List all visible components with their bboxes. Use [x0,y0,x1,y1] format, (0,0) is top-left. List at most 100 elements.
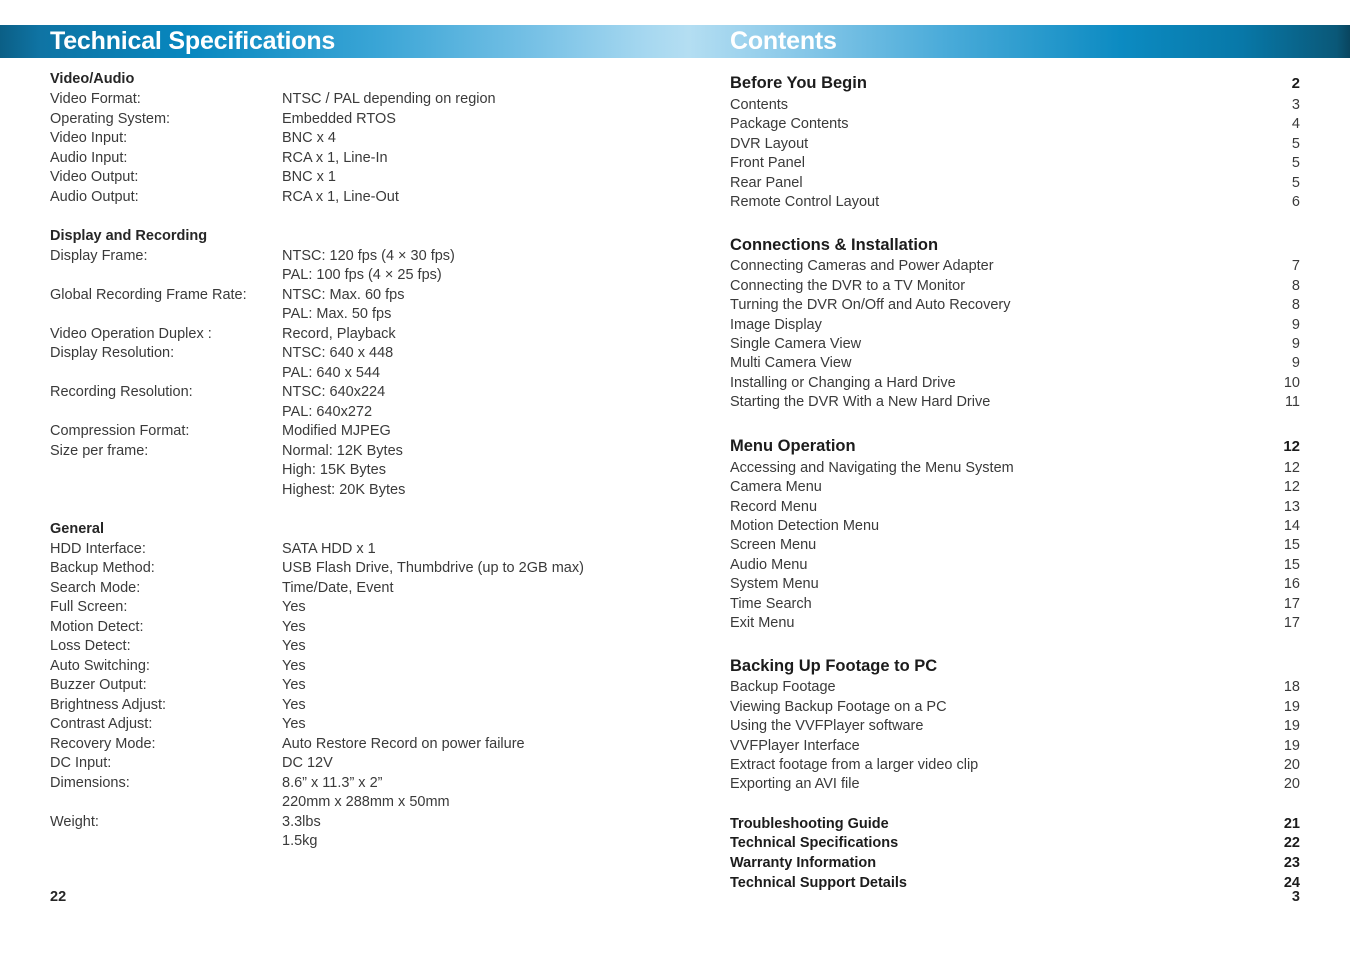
toc-entry-page-number: 2 [1291,75,1300,92]
toc-entry[interactable]: Rear Panel 5 [730,174,1300,193]
spec-label: Display Frame: [50,247,148,264]
spec-label: Dimensions: [50,774,130,791]
toc-entry-label: Time Search [730,595,812,612]
toc-entry[interactable]: Connecting Cameras and Power Adapter 7 [730,257,1300,276]
spec-value: Yes [282,677,306,693]
toc-entry-label: Connecting the DVR to a TV Monitor [730,277,966,294]
toc-entry-label: Package Contents [730,116,849,133]
toc-entry[interactable]: Multi Camera View 9 [730,354,1300,373]
toc-entry[interactable]: Single Camera View 9 [730,335,1300,354]
toc-entry-page-number: 5 [1291,135,1300,152]
toc-entry-page-number: 16 [1283,576,1300,593]
toc-entry[interactable]: Contents 3 [730,96,1300,115]
spec-row: Dimensions: 8.6” x 11.3” x 2” [50,774,690,794]
toc-entry[interactable]: Package Contents 4 [730,115,1300,134]
toc-entry-bold[interactable]: Technical Specifications 22 [730,834,1300,854]
spec-row: Search Mode: Time/Date, Event [50,579,690,599]
toc-entry-label: Turning the DVR On/Off and Auto Recovery [730,297,1011,314]
spec-row: Recording Resolution: NTSC: 640x224 [50,383,690,403]
toc-entry-label: Starting the DVR With a New Hard Drive [730,394,991,411]
spec-value: Yes [282,638,306,654]
page-number-left: 22 [50,889,67,905]
toc-entry[interactable]: Turning the DVR On/Off and Auto Recovery… [730,296,1300,315]
spec-row: PAL: 640 x 544 [50,364,690,384]
spec-value: PAL: 640x272 [282,403,373,420]
spec-label: Recording Resolution: [50,384,193,400]
toc-entry[interactable]: Audio Menu 15 [730,556,1300,575]
toc-entry[interactable]: Accessing and Navigating the Menu System… [730,459,1300,478]
toc-entry[interactable]: Front Panel 5 [730,154,1300,173]
toc-section-heading[interactable]: Menu Operation 12 [730,433,1300,459]
toc-entry-page-number: 11 [1284,394,1300,411]
toc-entry[interactable]: Time Search 17 [730,595,1300,614]
spec-label: Weight: [50,813,99,830]
spec-label [50,364,282,384]
toc-entry-page-number: 14 [1283,517,1300,534]
toc-entry[interactable]: Viewing Backup Footage on a PC 19 [730,698,1300,717]
spec-label [50,793,282,813]
toc-entry[interactable]: Connecting the DVR to a TV Monitor 8 [730,277,1300,296]
toc-entry[interactable]: Installing or Changing a Hard Drive 10 [730,374,1300,393]
toc-entry-bold[interactable]: Troubleshooting Guide 21 [730,815,1300,835]
toc-entry-label: VVFPlayer Interface [730,737,860,754]
toc-entry-label: Using the VVFPlayer software [730,718,924,735]
spec-row: Video Operation Duplex : Record, Playback [50,325,690,345]
spec-value: SATA HDD x 1 [282,540,376,557]
toc-entry-label: Record Menu [730,498,818,515]
toc-entry-label: Multi Camera View [730,355,852,372]
spec-row: 220mm x 288mm x 50mm [50,793,690,813]
spec-label: HDD Interface: [50,540,146,557]
toc-entry-page-number: 3 [1291,97,1300,113]
spec-value: Time/Date, Event [282,579,394,596]
toc-entry[interactable]: Camera Menu 12 [730,478,1300,497]
toc-entry-page-number: 13 [1283,498,1300,515]
toc-entry-page-number: 4 [1291,116,1300,133]
spec-row: Auto Switching: Yes [50,657,690,677]
toc-entry[interactable]: Motion Detection Menu 14 [730,517,1300,536]
toc-section-heading[interactable]: Connections & Installation [730,232,1300,257]
toc-entry-label: Warranty Information [730,854,877,871]
toc-section-spacer [730,212,1300,232]
toc-entry[interactable]: Remote Control Layout 6 [730,193,1300,212]
toc-entry-bold[interactable]: Warranty Information 23 [730,854,1300,874]
toc-entry[interactable]: Exporting an AVI file 20 [730,775,1300,794]
toc-entry[interactable]: Extract footage from a larger video clip… [730,756,1300,775]
spec-label: DC Input: [50,755,112,771]
spec-label: Global Recording Frame Rate: [50,286,247,303]
spec-row: Recovery Mode: Auto Restore Record on pow… [50,735,690,755]
spec-row: Video Output: BNC x 1 [50,168,690,188]
toc-entry[interactable]: Image Display 9 [730,316,1300,335]
toc-section-heading[interactable]: Before You Begin 2 [730,70,1300,96]
toc-entry-page-number: 8 [1291,277,1300,294]
toc-entry[interactable]: Exit Menu 17 [730,614,1300,633]
spec-label [50,461,282,481]
spec-value: Yes [282,599,306,615]
spec-value: Record, Playback [282,325,396,342]
toc-entry-label: Viewing Backup Footage on a PC [730,698,947,715]
toc-entry[interactable]: DVR Layout 5 [730,135,1300,154]
spec-row: HDD Interface: SATA HDD x 1 [50,540,690,560]
toc-entry-label: Technical Specifications [730,835,899,852]
spec-value: NTSC: 120 fps (4 × 30 fps) [282,247,455,264]
toc-entry-page-number: 20 [1283,776,1300,793]
toc-entry-page-number: 21 [1283,815,1300,832]
toc-entry-label: Accessing and Navigating the Menu System [730,459,1014,476]
spec-label: Compression Format: [50,423,190,439]
toc-entry[interactable]: VVFPlayer Interface 19 [730,737,1300,756]
toc-section-heading[interactable]: Backing Up Footage to PC [730,653,1300,678]
spec-row: PAL: Max. 50 fps [50,305,690,325]
spec-row: Motion Detect: Yes [50,618,690,638]
spec-value: PAL: Max. 50 fps [282,306,392,322]
toc-entry-label: Extract footage from a larger video clip [730,756,979,773]
toc-entry[interactable]: Using the VVFPlayer software 19 [730,717,1300,736]
toc-entry-page-number: 19 [1283,737,1300,754]
toc-entry[interactable]: Record Menu 13 [730,498,1300,517]
spec-value: Normal: 12K Bytes [282,442,403,459]
toc-entry[interactable]: Screen Menu 15 [730,536,1300,555]
spec-group-title: Video/Audio [50,71,135,87]
toc-entry[interactable]: System Menu 16 [730,575,1300,594]
toc-entry[interactable]: Starting the DVR With a New Hard Drive 11 [730,393,1300,412]
spec-label [50,481,282,501]
toc-entry[interactable]: Backup Footage 18 [730,678,1300,697]
spec-label: Loss Detect: [50,638,131,654]
